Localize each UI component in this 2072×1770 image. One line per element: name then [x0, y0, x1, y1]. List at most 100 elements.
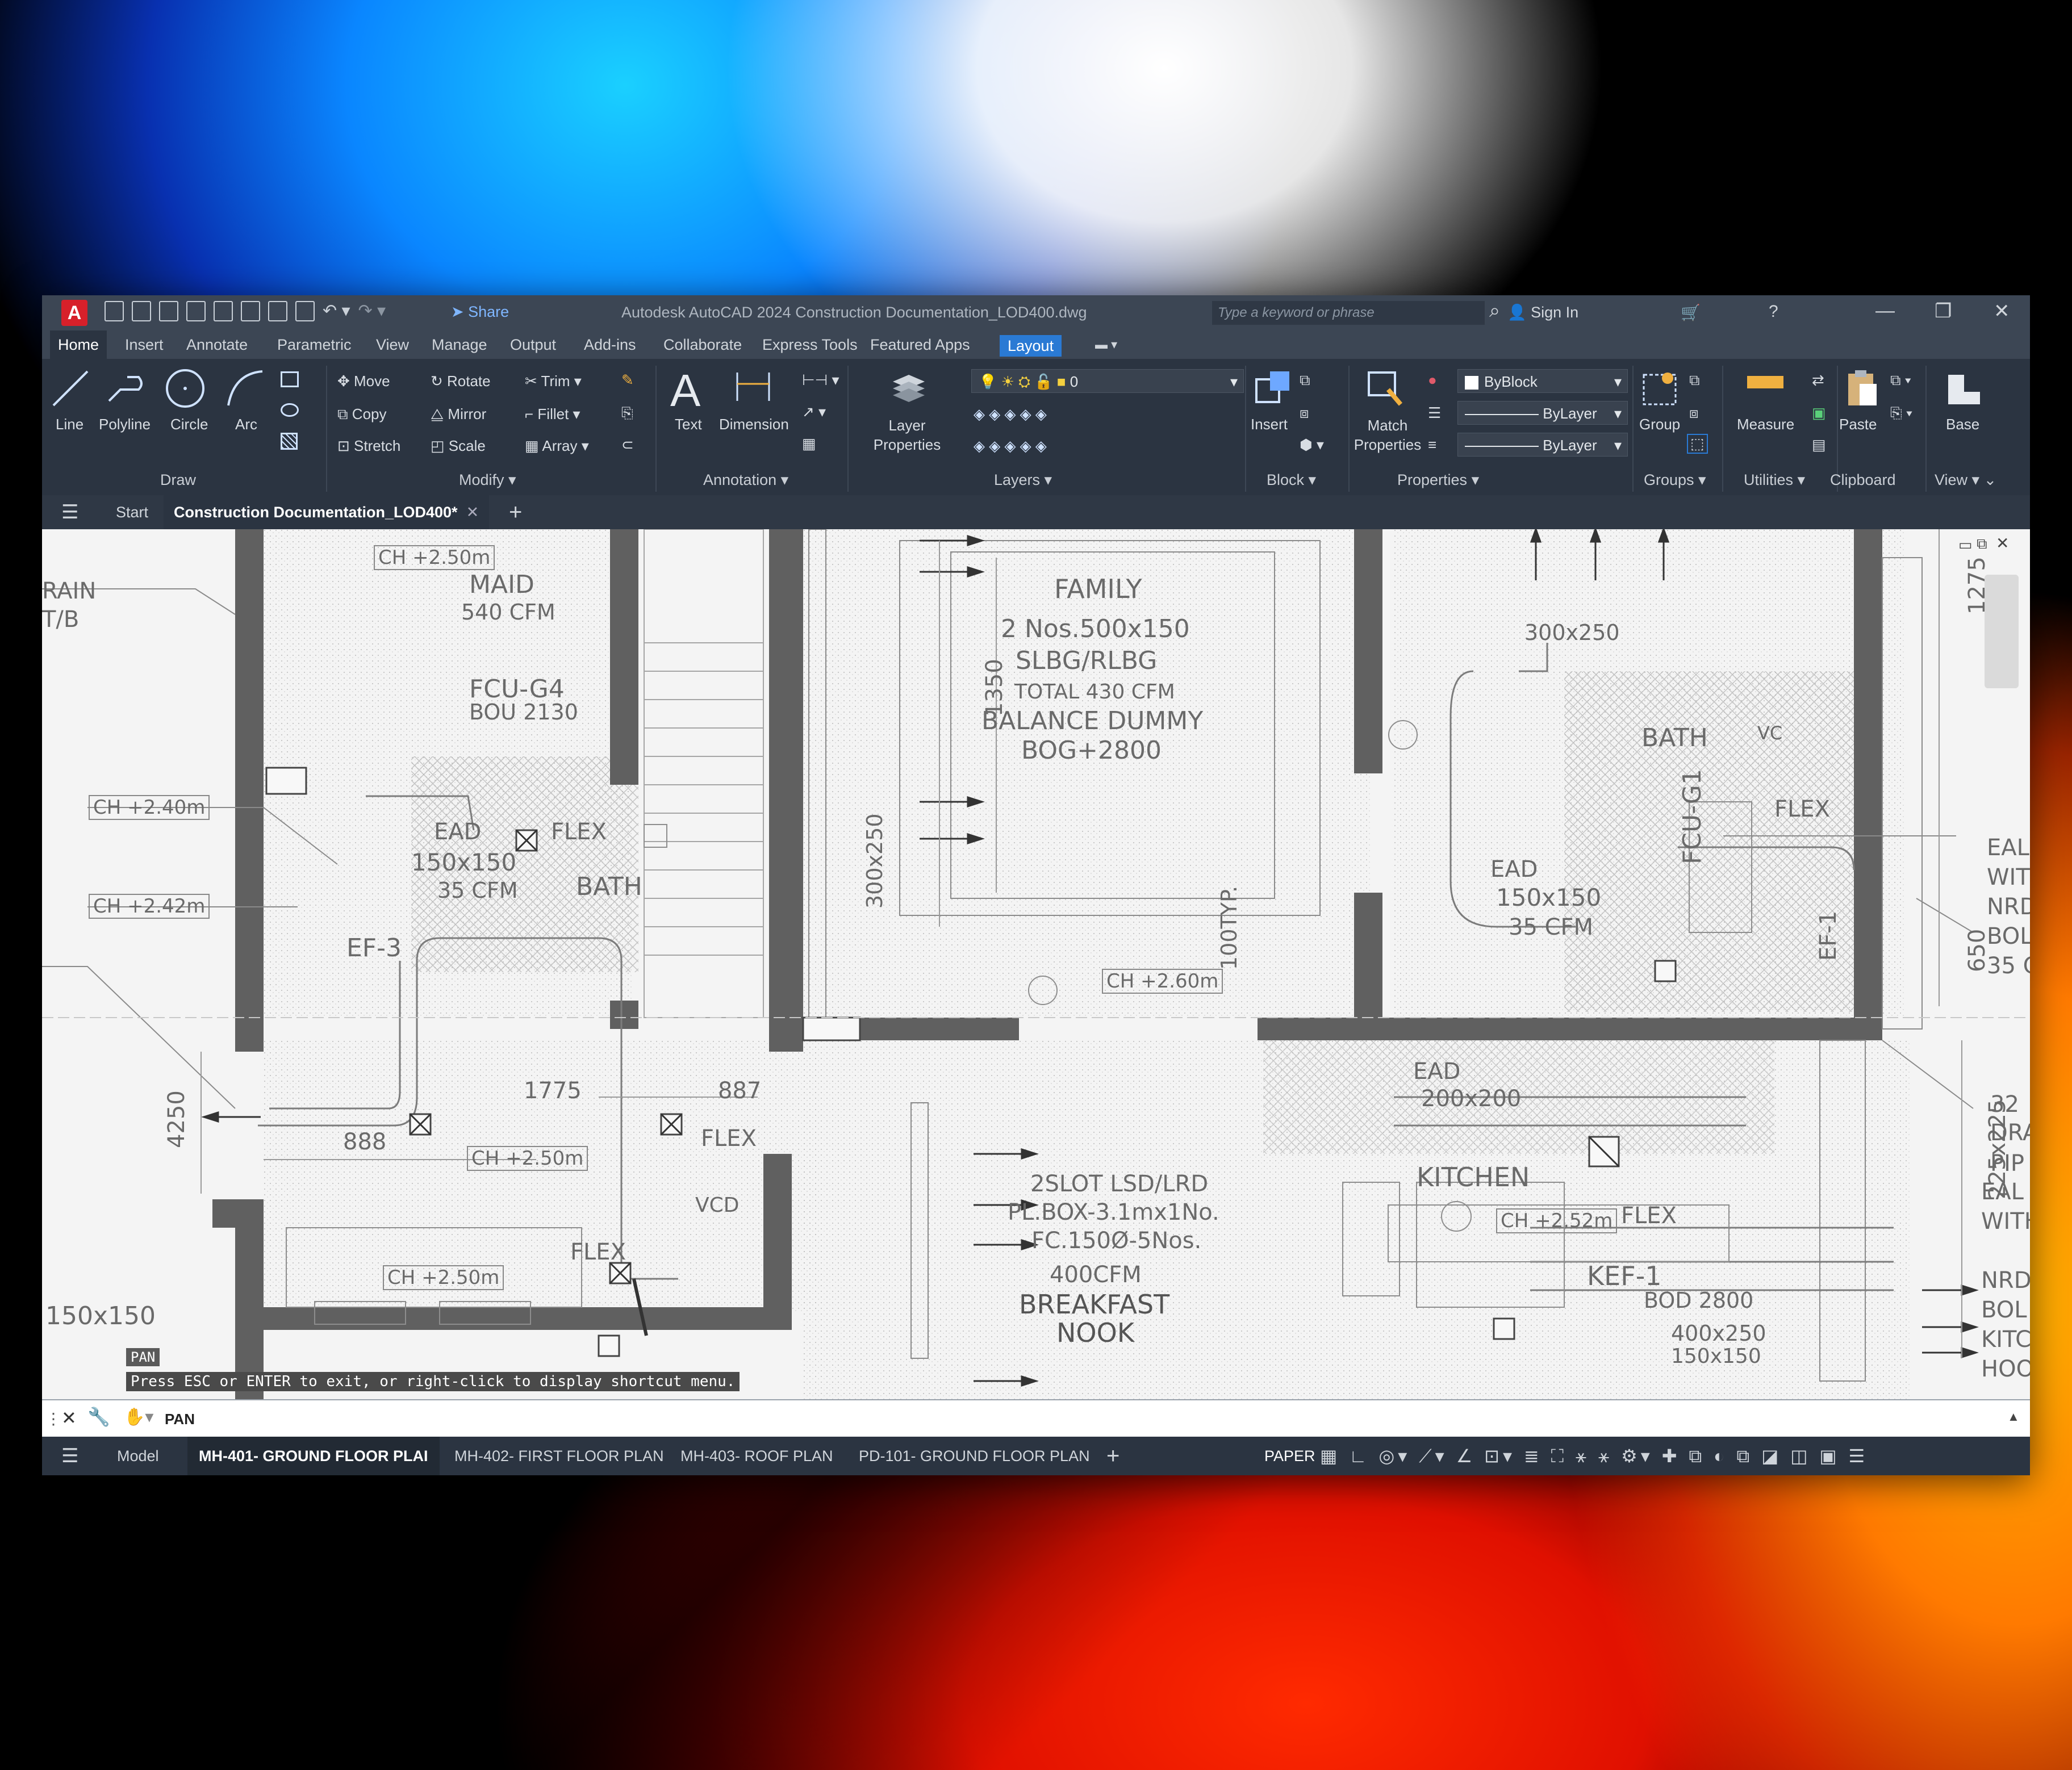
search-input[interactable]: Type a keyword or phrase [1212, 301, 1485, 325]
save-as-icon[interactable] [186, 301, 206, 321]
tab-layout[interactable]: MH-402- FIRST FLOOR PLAN [454, 1437, 664, 1475]
quick-select-icon[interactable]: ⇄ [1812, 371, 1824, 389]
linear-dim-icon[interactable]: ⊢⊣ ▾ [802, 371, 839, 389]
command-history-toggle-icon[interactable]: ▲ [2007, 1409, 2020, 1424]
ribbon-options-icon[interactable]: ▬ ▾ [1087, 330, 1125, 359]
autocad-logo-icon[interactable]: A [61, 300, 87, 326]
space-toggle[interactable]: PAPER [1264, 1437, 1315, 1475]
grip-icon[interactable]: ⋮ [45, 1409, 61, 1428]
insert-block-icon[interactable] [1251, 367, 1294, 410]
ellipse-icon[interactable] [281, 403, 299, 417]
redo-icon[interactable]: ↷ ▾ [358, 301, 386, 324]
circle-icon[interactable] [164, 367, 207, 410]
tab-layout[interactable]: Layout [1000, 335, 1062, 357]
layer-dropdown[interactable]: 💡 ☀ ⛭ 🔓 ■ 0 ▾ [971, 369, 1244, 393]
layers-panel-label[interactable]: Layers ▾ [994, 471, 1052, 489]
group-edit-icon[interactable]: ⧈ [1689, 404, 1699, 422]
minimize-icon[interactable]: — [1875, 300, 1895, 322]
layer-properties-icon[interactable] [887, 365, 930, 408]
calculator-icon[interactable]: ▣ [1812, 404, 1826, 422]
line-icon[interactable] [49, 367, 92, 410]
edit-block-icon[interactable]: ⧈ [1300, 404, 1309, 422]
array-button[interactable]: ▦ Array ▾ [525, 437, 589, 455]
paste-icon[interactable] [1840, 367, 1883, 410]
rectangle-icon[interactable] [281, 371, 299, 387]
paste-button[interactable]: Paste [1839, 416, 1877, 433]
share-button[interactable]: ➤ Share [451, 303, 509, 321]
import-icon[interactable] [214, 301, 233, 321]
app-menu-icon[interactable]: ☰ [61, 495, 78, 529]
id-point-icon[interactable]: ▤ [1812, 436, 1826, 454]
linetype-dropdown[interactable]: ByLayer ▾ [1457, 401, 1628, 425]
group-button[interactable]: Group [1639, 416, 1680, 433]
offset-icon[interactable]: ⊂ [621, 436, 634, 454]
tab-express-tools[interactable]: Express Tools [754, 330, 866, 359]
tab-collaborate[interactable]: Collaborate [655, 330, 750, 359]
explode-icon[interactable]: ⎘ [621, 404, 633, 422]
properties-panel-label[interactable]: Properties ▾ [1397, 471, 1479, 489]
utilities-panel-label[interactable]: Utilities ▾ [1744, 471, 1805, 489]
lineweight-dropdown[interactable]: ByLayer ▾ [1457, 433, 1628, 457]
copy-button[interactable]: ⧉ Copy [337, 405, 387, 424]
hatch-icon[interactable] [281, 433, 298, 450]
circle-button[interactable]: Circle [170, 416, 208, 433]
viewport-minimize-icon[interactable]: ▭ [1958, 536, 1973, 554]
insert-button[interactable]: Insert [1251, 416, 1288, 433]
undo-icon[interactable]: ↶ ▾ [323, 301, 350, 324]
line-button[interactable]: Line [56, 416, 83, 433]
tab-view[interactable]: View [368, 330, 417, 359]
annotation-panel-label[interactable]: Annotation ▾ [703, 471, 788, 489]
close-tab-icon[interactable]: ✕ [462, 504, 479, 521]
publish-icon[interactable] [268, 301, 287, 321]
erase-icon[interactable]: ✎ [621, 371, 634, 389]
close-icon[interactable]: ✕ [1994, 300, 2010, 323]
open-file-icon[interactable] [132, 301, 151, 321]
status-tools[interactable]: ▦ ∟ ◎▾ ⟋▾ ∠ ⊡▾ ≣ ⛶ ⚹ ⚹ ⚙▾ ✚ ⧉ ◐ ⧉ ◪ ◫ ▣ … [1320, 1437, 1868, 1475]
tab-layout[interactable]: PD-101- GROUND FLOOR PLAN [859, 1437, 1090, 1475]
tab-active-drawing[interactable]: Construction Documentation_LOD400* ✕ [164, 495, 490, 529]
polyline-button[interactable]: Polyline [99, 416, 151, 433]
match-properties-icon[interactable] [1363, 367, 1406, 410]
layout-menu-icon[interactable]: ☰ [61, 1437, 78, 1475]
viewport-maximize-icon[interactable]: ⧉ [1977, 535, 1987, 553]
export-icon[interactable] [241, 301, 260, 321]
color-wheel-icon[interactable]: ● [1428, 371, 1437, 389]
tab-insert[interactable]: Insert [117, 330, 172, 359]
move-button[interactable]: ✥ Move [337, 373, 390, 390]
command-input[interactable]: PAN [165, 1411, 195, 1428]
block-attributes-icon[interactable]: ⬢ ▾ [1300, 436, 1324, 454]
close-command-icon[interactable]: ✕ [61, 1407, 77, 1429]
dimension-button[interactable]: Dimension [719, 416, 789, 433]
tab-annotate[interactable]: Annotate [178, 330, 256, 359]
groups-panel-label[interactable]: Groups ▾ [1644, 471, 1706, 489]
navigation-bar[interactable] [1985, 575, 2019, 688]
cut-clip-icon[interactable]: ⎘ ▾ [1890, 404, 1912, 422]
polyline-icon[interactable] [105, 367, 148, 410]
new-file-icon[interactable] [105, 301, 124, 321]
arc-icon[interactable] [223, 367, 266, 410]
color-dropdown[interactable]: ByBlock ▾ [1457, 369, 1628, 393]
dimension-icon[interactable] [732, 367, 775, 410]
tab-start[interactable]: Start [116, 495, 148, 529]
group-select-icon[interactable]: ⬚ [1687, 434, 1708, 454]
new-layout-icon[interactable]: + [1106, 1437, 1119, 1475]
match-properties-button[interactable]: Match Properties [1351, 416, 1424, 454]
trim-button[interactable]: ✂ Trim ▾ [525, 373, 582, 390]
mirror-button[interactable]: ⧋ Mirror [431, 405, 486, 424]
tab-layout[interactable]: MH-403- ROOF PLAN [680, 1437, 833, 1475]
fillet-button[interactable]: ⌐ Fillet ▾ [525, 405, 580, 423]
tab-layout-active[interactable]: MH-401- GROUND FLOOR PLAI [187, 1437, 440, 1475]
layer-tools-row1[interactable]: ◈ ◈ ◈ ◈ ◈ [974, 405, 1047, 423]
help-icon[interactable]: ? [1769, 302, 1778, 321]
tab-add-ins[interactable]: Add-ins [576, 330, 644, 359]
copy-clip-icon[interactable]: ⧉ ▾ [1890, 371, 1911, 390]
cart-icon[interactable]: 🛒 [1681, 303, 1701, 322]
tab-featured-apps[interactable]: Featured Apps [862, 330, 978, 359]
base-button[interactable]: Base [1946, 416, 1979, 433]
stretch-button[interactable]: ⊡ Stretch [337, 437, 400, 455]
modify-panel-label[interactable]: Modify ▾ [459, 471, 516, 489]
block-panel-label[interactable]: Block ▾ [1267, 471, 1316, 489]
tab-manage[interactable]: Manage [424, 330, 495, 359]
text-icon[interactable]: A [670, 365, 700, 417]
base-view-icon[interactable] [1943, 367, 1986, 410]
